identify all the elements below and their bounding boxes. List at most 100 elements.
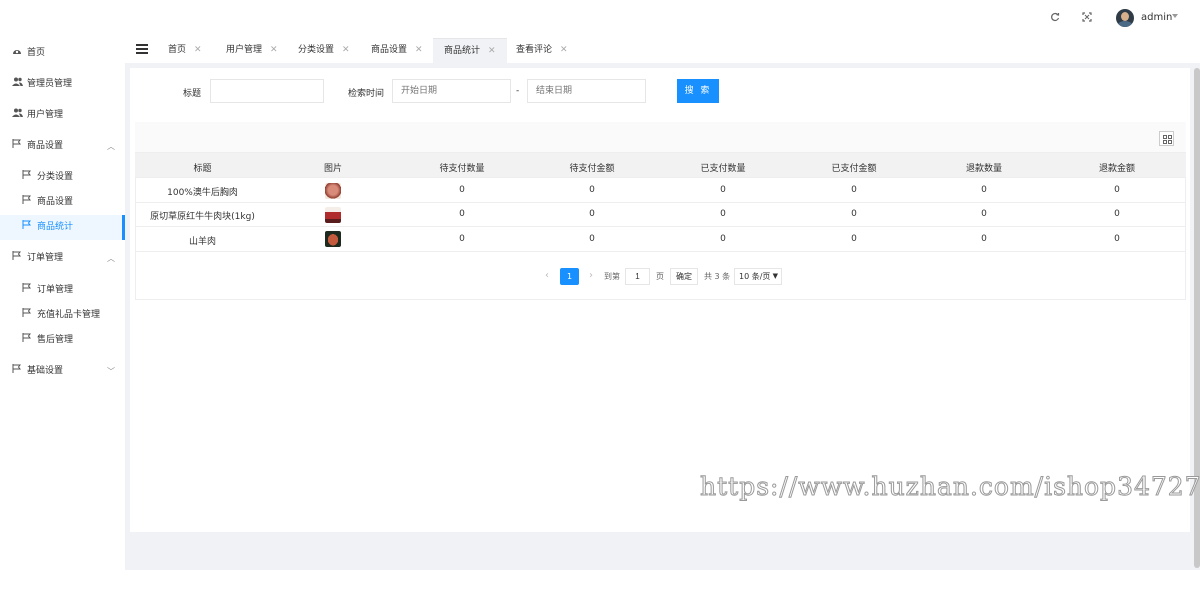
sidebar-item-label: 商品设置 bbox=[37, 197, 74, 207]
sidebar-item-label: 基础设置 bbox=[27, 366, 64, 376]
sidebar-item-label: 订单管理 bbox=[37, 285, 74, 295]
tabs-bar bbox=[125, 38, 1200, 63]
refresh-icon[interactable] bbox=[1048, 12, 1062, 26]
sidebar-item-label: 商品设置 bbox=[27, 141, 64, 151]
column-header-title: 标题 bbox=[193, 164, 212, 174]
cell-value: 0 bbox=[720, 209, 726, 219]
sidebar-item-label: 充值礼品卡管理 bbox=[37, 310, 101, 320]
flag-icon bbox=[22, 278, 32, 303]
chevron-left-icon[interactable]: ‹ bbox=[545, 270, 549, 281]
cell-title: 山羊肉 bbox=[188, 237, 216, 247]
cell-value: 0 bbox=[981, 209, 987, 219]
menu-toggle-icon[interactable] bbox=[136, 44, 148, 56]
top-header: admin bbox=[0, 0, 1200, 38]
product-thumbnail bbox=[325, 231, 341, 247]
column-header-paid-amount: 已支付金额 bbox=[831, 164, 877, 174]
sidebar-item-label: 用户管理 bbox=[27, 110, 64, 120]
sidebar-item-order-management[interactable]: 订单管理 ︿ bbox=[0, 246, 125, 271]
chevron-up-icon: ︿ bbox=[107, 142, 115, 151]
goto-confirm-button[interactable]: 确定 bbox=[670, 268, 698, 285]
sidebar-item-after-sales[interactable]: 售后管理 bbox=[0, 328, 125, 353]
goto-page-input[interactable] bbox=[625, 268, 650, 285]
tab-label: 首页 bbox=[168, 45, 187, 55]
admin-username[interactable]: admin bbox=[1141, 12, 1172, 23]
sidebar-item-orders[interactable]: 订单管理 bbox=[0, 278, 125, 303]
avatar[interactable] bbox=[1116, 9, 1134, 27]
cell-value: 0 bbox=[720, 185, 726, 195]
page-suffix: 页 bbox=[656, 272, 664, 281]
chevron-down-icon: ﹀ bbox=[107, 367, 115, 376]
column-header-pending-count: 待支付数量 bbox=[439, 164, 485, 174]
close-icon[interactable]: ✕ bbox=[560, 45, 568, 55]
sidebar-item-category-settings[interactable]: 分类设置 bbox=[0, 165, 125, 190]
watermark: https://www.huzhan.com/ishop34727 bbox=[700, 472, 1200, 502]
fullscreen-icon[interactable] bbox=[1080, 12, 1094, 26]
sidebar-item-goods-settings[interactable]: 商品设置 bbox=[0, 190, 125, 215]
tab-category-settings[interactable]: 分类设置 ✕ bbox=[298, 38, 350, 63]
sidebar-item-admin-management[interactable]: 管理员管理 bbox=[0, 72, 125, 97]
sidebar-item-user-management[interactable]: 用户管理 bbox=[0, 103, 125, 128]
flag-icon bbox=[12, 134, 22, 159]
tab-home[interactable]: 首页 ✕ bbox=[168, 38, 202, 63]
search-button[interactable]: 搜 索 bbox=[677, 79, 719, 103]
cell-value: 0 bbox=[459, 234, 465, 244]
column-header-paid-count: 已支付数量 bbox=[700, 164, 746, 174]
flag-icon bbox=[12, 246, 22, 271]
cell-value: 0 bbox=[851, 234, 857, 244]
cell-value: 0 bbox=[589, 185, 595, 195]
cell-value: 0 bbox=[589, 234, 595, 244]
row-divider bbox=[135, 226, 1186, 227]
close-icon[interactable]: ✕ bbox=[488, 46, 496, 56]
date-separator: - bbox=[516, 86, 520, 96]
cell-value: 0 bbox=[1114, 185, 1120, 195]
sidebar: 首页 管理员管理 用户管理 商品设置 ︿ 分类设置 商品设置 商品统计 订单管理… bbox=[0, 38, 125, 596]
sidebar-item-home[interactable]: 首页 bbox=[0, 41, 125, 66]
product-thumbnail bbox=[325, 207, 341, 223]
end-date-input[interactable] bbox=[527, 79, 646, 103]
flag-icon bbox=[22, 190, 32, 215]
tab-view-comments[interactable]: 查看评论 ✕ bbox=[516, 38, 568, 63]
column-header-refund-count: 退款数量 bbox=[965, 164, 1002, 174]
close-icon[interactable]: ✕ bbox=[194, 45, 202, 55]
title-search-input[interactable] bbox=[210, 79, 324, 103]
chevron-right-icon[interactable]: › bbox=[589, 270, 593, 281]
cell-value: 0 bbox=[981, 234, 987, 244]
cell-value: 0 bbox=[1114, 234, 1120, 244]
cell-value: 0 bbox=[851, 209, 857, 219]
columns-icon[interactable] bbox=[1159, 131, 1174, 146]
page-size-select[interactable]: 10 条/页 ▼ bbox=[734, 268, 782, 285]
sidebar-item-product-statistics[interactable]: 商品统计 bbox=[0, 215, 125, 240]
sidebar-item-label: 售后管理 bbox=[37, 335, 74, 345]
sidebar-item-gift-card-management[interactable]: 充值礼品卡管理 bbox=[0, 303, 125, 328]
cell-value: 0 bbox=[981, 185, 987, 195]
flag-icon bbox=[22, 215, 32, 240]
chevron-up-icon: ︿ bbox=[107, 254, 115, 263]
cell-value: 0 bbox=[459, 209, 465, 219]
row-divider bbox=[135, 202, 1186, 203]
sidebar-item-label: 分类设置 bbox=[37, 172, 74, 182]
tab-product-statistics[interactable]: 商品统计 ✕ bbox=[433, 38, 507, 63]
start-date-input[interactable] bbox=[392, 79, 511, 103]
sidebar-item-basic-settings[interactable]: 基础设置 ﹀ bbox=[0, 359, 125, 384]
tab-product-settings[interactable]: 商品设置 ✕ bbox=[371, 38, 423, 63]
cell-value: 0 bbox=[1114, 209, 1120, 219]
tab-label: 商品设置 bbox=[371, 45, 408, 55]
time-label: 检索时间 bbox=[348, 89, 385, 99]
pagination-current-page[interactable]: 1 bbox=[560, 268, 579, 285]
chevron-down-icon[interactable] bbox=[1172, 14, 1178, 18]
tab-label: 用户管理 bbox=[226, 45, 263, 55]
close-icon[interactable]: ✕ bbox=[342, 45, 350, 55]
close-icon[interactable]: ✕ bbox=[415, 45, 423, 55]
sidebar-item-product-settings[interactable]: 商品设置 ︿ bbox=[0, 134, 125, 159]
cell-value: 0 bbox=[851, 185, 857, 195]
tab-label: 查看评论 bbox=[516, 45, 553, 55]
dashboard-icon bbox=[12, 41, 22, 66]
close-icon[interactable]: ✕ bbox=[270, 45, 278, 55]
title-label: 标题 bbox=[183, 89, 202, 99]
flag-icon bbox=[12, 359, 22, 384]
column-header-refund-amount: 退款金额 bbox=[1098, 164, 1135, 174]
tab-user-management[interactable]: 用户管理 ✕ bbox=[226, 38, 278, 63]
page-size-value: 10 条/页 bbox=[739, 272, 771, 281]
goto-label: 到第 bbox=[604, 272, 620, 281]
cell-value: 0 bbox=[589, 209, 595, 219]
